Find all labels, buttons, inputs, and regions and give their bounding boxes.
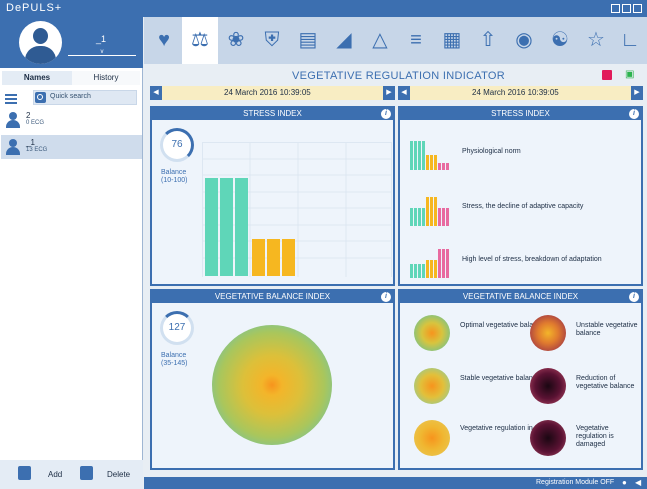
patient-item-selected[interactable]: _1 13 ECG: [1, 135, 142, 159]
book-icon[interactable]: ▣: [625, 70, 636, 80]
legend-bars-stress: [410, 197, 449, 226]
close-button[interactable]: [633, 4, 642, 13]
patient-item[interactable]: 2 0 ECG: [1, 108, 142, 132]
patient-ecg-count: 13 ECG: [26, 147, 48, 153]
stress-gauge: 76: [160, 128, 194, 162]
stress-bar: [220, 178, 233, 276]
heart-icon[interactable]: ♥: [146, 17, 182, 64]
lung-icon[interactable]: ◢: [326, 17, 362, 64]
tab-names[interactable]: Names: [2, 71, 72, 85]
patient-sidebar: _1 v Names History Quick search 2 0 ECG …: [0, 17, 143, 489]
minimize-button[interactable]: [611, 4, 620, 13]
trash-icon[interactable]: [80, 466, 93, 480]
stress-legend-panel: STRESS INDEX i Physiological norm Stress,…: [398, 106, 643, 286]
delete-button[interactable]: Delete: [107, 470, 130, 479]
brain-icon[interactable]: ❀: [218, 17, 254, 64]
yinyang-icon[interactable]: ☯: [542, 17, 578, 64]
legend-bars-high: [410, 249, 449, 278]
add-button[interactable]: Add: [48, 470, 62, 479]
stress-bar: [267, 239, 280, 276]
panel-title: VEGETATIVE BALANCE INDEX i: [152, 291, 393, 303]
legend-orb: [414, 420, 450, 456]
legend-orb: [530, 315, 566, 351]
panel-title: STRESS INDEX i: [400, 108, 641, 120]
arrow-up-icon[interactable]: ⇧: [470, 17, 506, 64]
legend-orb: [530, 368, 566, 404]
legend-bars-norm: [410, 141, 449, 170]
registration-status: Registration Module OFF: [536, 479, 615, 486]
avatar[interactable]: [19, 21, 62, 64]
balance-orb: [212, 325, 332, 445]
stress-index-panel: STRESS INDEX i 76 Balance (10-100): [150, 106, 395, 286]
page-title: VEGETATIVE REGULATION INDICATOR: [292, 70, 506, 82]
patient-icon: [5, 139, 21, 155]
info-icon[interactable]: i: [629, 109, 639, 119]
maximize-button[interactable]: [622, 4, 631, 13]
legend-text: Reduction of vegetative balance: [576, 375, 635, 390]
user-profile: _1 v: [0, 17, 143, 68]
legend-text: Physiological norm: [462, 148, 521, 155]
stress-bar: [282, 239, 295, 276]
print-icon[interactable]: [602, 70, 612, 80]
vbi-gauge: 127: [160, 311, 194, 345]
search-placeholder: Quick search: [50, 93, 91, 100]
stress-bar: [252, 239, 265, 276]
patient-icon: [5, 112, 21, 128]
stress-bar: [235, 178, 248, 276]
status-dot-icon: ●: [622, 478, 627, 487]
patient-ecg-count: 0 ECG: [26, 120, 45, 126]
info-icon[interactable]: i: [381, 292, 391, 302]
shield-icon[interactable]: ⛨: [254, 17, 290, 64]
next-record-button[interactable]: ▶: [631, 86, 643, 100]
app-logo: DePULS+: [6, 2, 63, 14]
info-icon[interactable]: i: [381, 109, 391, 119]
module-toolbar: ♥ ⚖ ❀ ⛨ ▤ ◢ △ ≡ ▦ ⇧ ◉ ☯ ☆ ∟: [144, 17, 647, 64]
right-date-bar: ◀ 24 March 2016 10:39:05 ▶: [398, 86, 643, 100]
list-menu-icon[interactable]: [5, 92, 17, 104]
legend-orb: [530, 420, 566, 456]
legend-text: Stress, the decline of adaptive capacity: [462, 203, 584, 210]
left-date-bar: ◀ 24 March 2016 10:39:05 ▶: [150, 86, 395, 100]
tab-history[interactable]: History: [72, 71, 140, 85]
panel-title: STRESS INDEX i: [152, 108, 393, 120]
sidebar-footer: Add Delete: [0, 460, 143, 489]
balance-label: Balance (10-100): [161, 169, 188, 184]
prev-record-button[interactable]: ◀: [398, 86, 410, 100]
legend-text: Vegetative regulation is damaged: [576, 425, 614, 448]
panel-title: VEGETATIVE BALANCE INDEX i: [400, 291, 641, 303]
lungs-icon[interactable]: △: [362, 17, 398, 64]
user-selector[interactable]: v: [68, 48, 136, 56]
legend-text: Stable vegetative balance: [460, 375, 541, 382]
user-name: _1: [96, 34, 107, 44]
next-record-button[interactable]: ▶: [383, 86, 395, 100]
record-date: 24 March 2016 10:39:05: [224, 88, 311, 97]
search-icon[interactable]: [35, 92, 46, 103]
patient-name: _1: [26, 138, 35, 147]
patient-name: 2: [26, 111, 31, 120]
stairs-icon[interactable]: ▤: [290, 17, 326, 64]
stress-bar: [205, 178, 218, 276]
speaker-icon[interactable]: ◀: [635, 478, 641, 487]
vbi-legend-panel: VEGETATIVE BALANCE INDEX i Optimal vegeta…: [398, 289, 643, 470]
chart-icon[interactable]: ▦: [434, 17, 470, 64]
star-icon[interactable]: ☆: [578, 17, 614, 64]
legend-text: Unstable vegetative balance: [576, 322, 638, 337]
add-user-icon[interactable]: [18, 466, 31, 480]
stress-chart: [202, 142, 392, 277]
status-bar: Registration Module OFF ● ◀: [144, 477, 647, 489]
target-icon[interactable]: ◉: [506, 17, 542, 64]
vegetative-balance-panel: VEGETATIVE BALANCE INDEX i 127 Balance (35…: [150, 289, 395, 470]
search-field[interactable]: Quick search: [33, 90, 137, 105]
prev-record-button[interactable]: ◀: [150, 86, 162, 100]
spine-icon[interactable]: ≡: [398, 17, 434, 64]
record-date: 24 March 2016 10:39:05: [472, 88, 559, 97]
legend-orb: [414, 368, 450, 404]
balance-label: Balance (35-145): [161, 352, 188, 367]
legend-orb: [414, 315, 450, 351]
scales-icon[interactable]: ⚖: [182, 17, 218, 64]
title-bar: DePULS+: [0, 0, 647, 17]
legend-text: High level of stress, breakdown of adapt…: [462, 256, 602, 263]
info-icon[interactable]: i: [629, 292, 639, 302]
graph-icon[interactable]: ∟: [612, 17, 647, 64]
